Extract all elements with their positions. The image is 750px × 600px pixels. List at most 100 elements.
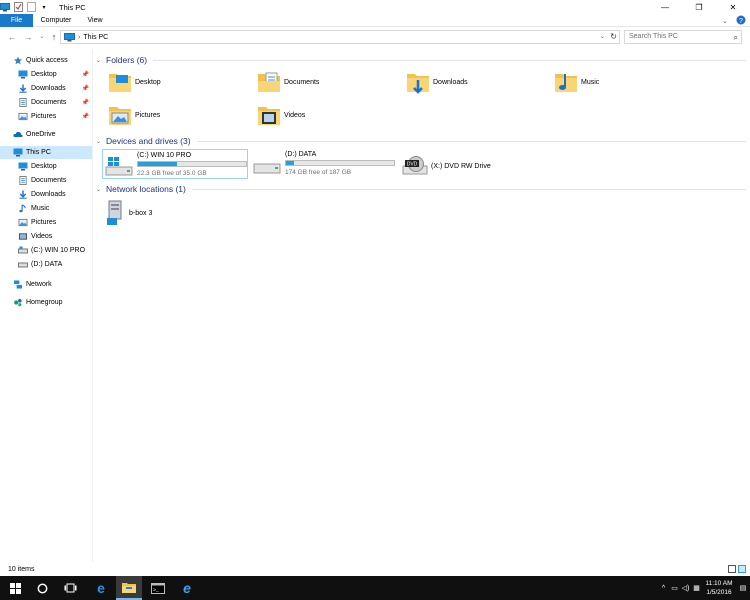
sidebar-item-videos[interactable]: Videos	[0, 230, 92, 243]
drive-name: (C:) WIN 10 PRO	[137, 152, 192, 159]
address-row: ← → ⌄ ↑ › This PC ⌄ ↻ Search This PC ⌕	[0, 29, 750, 46]
address-dropdown-icon[interactable]: ⌄	[600, 33, 605, 40]
sidebar-item-homegroup[interactable]: Homegroup	[0, 296, 92, 309]
view-switcher	[728, 565, 746, 573]
drive-usage-fill	[138, 162, 177, 166]
videos-icon	[18, 233, 28, 240]
sidebar-item-onedrive[interactable]: OneDrive	[0, 128, 92, 141]
collapse-chevron-icon[interactable]: ⌄	[96, 186, 102, 193]
sidebar-item-c-drive[interactable]: (C:) WIN 10 PRO	[0, 244, 92, 257]
collapse-chevron-icon[interactable]: ⌄	[96, 138, 102, 145]
group-folders[interactable]: ⌄ Folders (6)	[96, 54, 746, 66]
dvd-drive-icon: DVD	[402, 156, 428, 175]
recent-locations-icon[interactable]: ⌄	[36, 31, 48, 43]
group-devices[interactable]: ⌄ Devices and drives (3)	[96, 135, 746, 147]
drive-usage-bar	[285, 160, 395, 166]
folder-tile-videos[interactable]: Videos	[257, 103, 305, 127]
sidebar-item-pictures[interactable]: Pictures	[0, 216, 92, 229]
folder-tile-documents[interactable]: Documents	[257, 70, 319, 94]
ribbon-right: ⌄ ?	[722, 15, 746, 27]
sidebar-item-desktop-pinned[interactable]: Desktop 📌	[0, 68, 92, 81]
start-button[interactable]	[2, 576, 28, 600]
taskbar-edge[interactable]: e	[88, 576, 114, 600]
homegroup-icon	[14, 298, 22, 307]
show-hidden-icons-icon[interactable]: ^	[658, 585, 669, 592]
action-center-icon[interactable]: ▤	[736, 584, 750, 592]
address-bar[interactable]: › This PC ⌄ ↻	[60, 30, 620, 44]
help-icon[interactable]: ?	[736, 15, 746, 27]
network-location-tile[interactable]: b-box 3	[106, 200, 152, 226]
keyboard-icon[interactable]: ▦	[691, 584, 702, 592]
group-network[interactable]: ⌄ Network locations (1)	[96, 183, 746, 195]
sidebar-item-music[interactable]: Music	[0, 202, 92, 215]
drive-free-space: 22.3 GB free of 35.0 GB	[137, 170, 207, 177]
back-arrow-icon[interactable]: ←	[6, 31, 18, 43]
taskbar-command-prompt[interactable]: >_	[145, 576, 171, 600]
computer-icon[interactable]	[0, 2, 10, 12]
taskbar-internet-explorer[interactable]: e	[174, 576, 200, 600]
customize-qat-icon[interactable]: ▾	[39, 2, 49, 12]
details-view-icon[interactable]	[728, 565, 736, 573]
minimize-button[interactable]: —	[648, 0, 682, 14]
network-icon	[13, 280, 23, 289]
edge-icon: e	[97, 580, 105, 596]
tiles-view-icon[interactable]	[738, 565, 746, 573]
onedrive-icon	[13, 131, 23, 137]
status-bar: 10 items	[0, 562, 750, 576]
sidebar-item-d-drive[interactable]: (D:) DATA	[0, 258, 92, 271]
videos-folder-icon	[258, 107, 280, 125]
maximize-button[interactable]: ❐	[682, 0, 716, 14]
tab-computer[interactable]: Computer	[36, 14, 76, 27]
folder-tile-downloads[interactable]: Downloads	[406, 70, 468, 94]
windows-logo-icon	[9, 582, 21, 594]
sidebar-item-documents-pinned[interactable]: Documents 📌	[0, 96, 92, 109]
drive-icon	[253, 163, 281, 174]
tab-file[interactable]: File	[0, 14, 33, 27]
sidebar-item-desktop[interactable]: Desktop	[0, 160, 92, 173]
search-button[interactable]	[29, 576, 55, 600]
sidebar-item-this-pc[interactable]: This PC	[0, 146, 92, 159]
forward-arrow-icon[interactable]: →	[22, 31, 34, 43]
drive-tile-c[interactable]: (C:) WIN 10 PRO 22.3 GB free of 35.0 GB	[102, 149, 248, 179]
pin-icon: 📌	[81, 72, 89, 78]
task-view-button[interactable]	[57, 576, 83, 600]
navigation-pane: Quick access Desktop 📌 Downloads 📌 Docum…	[0, 50, 93, 562]
new-folder-icon[interactable]	[26, 2, 36, 12]
music-folder-icon	[555, 74, 577, 92]
folder-tile-pictures[interactable]: Pictures	[108, 103, 160, 127]
sidebar-item-documents[interactable]: Documents	[0, 174, 92, 187]
volume-icon[interactable]: ◁)	[680, 584, 691, 592]
internet-explorer-icon: e	[183, 580, 191, 596]
drive-tile-dvd[interactable]: DVD (X:) DVD RW Drive	[402, 156, 491, 176]
close-button[interactable]: ✕	[716, 0, 750, 14]
pictures-icon	[18, 112, 28, 121]
folder-tile-music[interactable]: Music	[554, 70, 599, 94]
expand-ribbon-icon[interactable]: ⌄	[722, 17, 728, 25]
sidebar-item-pictures-pinned[interactable]: Pictures 📌	[0, 110, 92, 123]
search-input[interactable]: Search This PC ⌕	[624, 30, 742, 44]
quick-access-toolbar: ▾	[0, 1, 49, 13]
command-prompt-icon: >_	[151, 582, 165, 594]
network-status-icon[interactable]: ▭	[669, 584, 680, 592]
drive-icon	[18, 262, 28, 268]
up-arrow-icon[interactable]: ↑	[48, 31, 60, 43]
pin-icon: 📌	[81, 114, 89, 120]
collapse-chevron-icon[interactable]: ⌄	[96, 57, 102, 64]
breadcrumb[interactable]: This PC	[83, 34, 108, 41]
search-icon[interactable]: ⌕	[734, 32, 738, 44]
clock[interactable]: 11:10 AM 1/5/2016	[702, 579, 736, 597]
drive-free-space: 174 GB free of 187 GB	[285, 169, 352, 176]
sidebar-item-quick-access[interactable]: Quick access	[0, 54, 92, 67]
documents-icon	[19, 176, 27, 185]
drive-tile-d[interactable]: (D:) DATA 174 GB free of 187 GB	[251, 149, 397, 179]
drive-name: (D:) DATA	[285, 151, 317, 158]
folder-tile-desktop[interactable]: Desktop	[108, 70, 161, 94]
taskbar-file-explorer[interactable]	[116, 576, 142, 600]
properties-icon[interactable]	[13, 2, 23, 12]
tab-view[interactable]: View	[82, 14, 108, 27]
sidebar-item-downloads[interactable]: Downloads	[0, 188, 92, 201]
sidebar-item-network[interactable]: Network	[0, 278, 92, 291]
refresh-icon[interactable]: ↻	[610, 32, 617, 41]
sidebar-item-downloads-pinned[interactable]: Downloads 📌	[0, 82, 92, 95]
file-explorer-icon	[122, 582, 136, 593]
